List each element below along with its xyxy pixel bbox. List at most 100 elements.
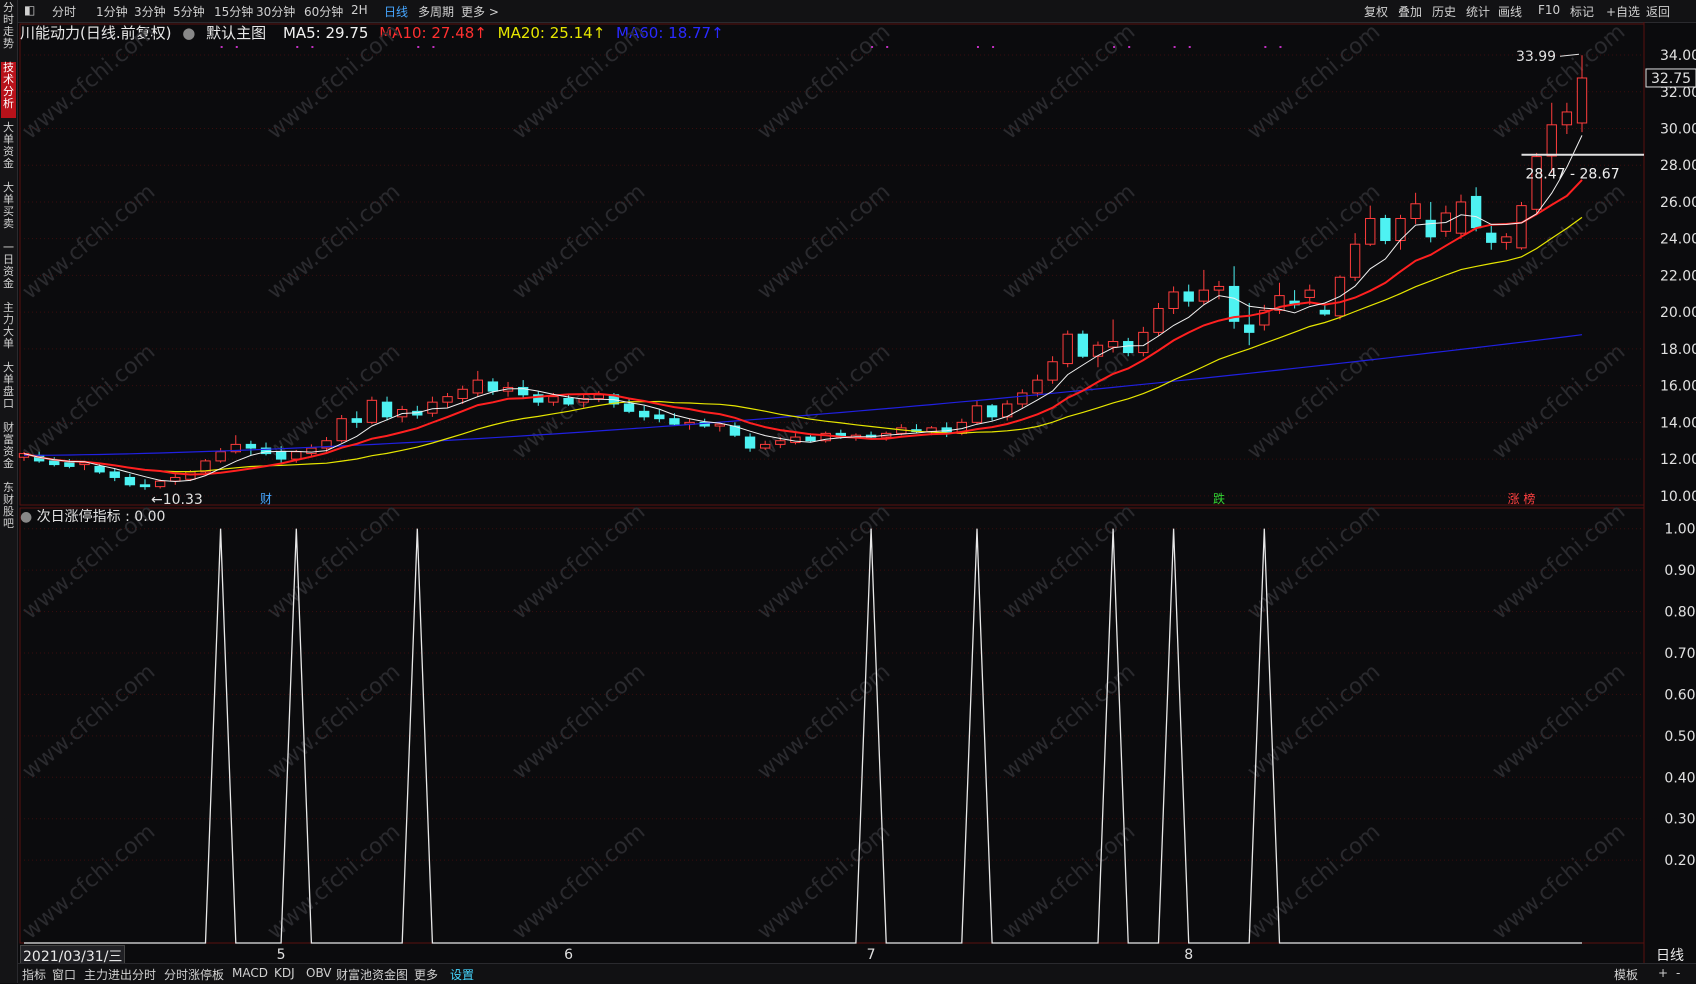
bottom-item-0[interactable]: 指标 [22, 966, 46, 983]
candle-body [49, 460, 60, 466]
bottom-item-8[interactable]: 更多 [414, 966, 438, 983]
bottom-item-5[interactable]: KDJ [274, 966, 295, 980]
bottom-right-item-0[interactable]: 模板 [1614, 966, 1638, 983]
high-price-label: 33.99 [1516, 49, 1556, 65]
y-tick-label: 26.00 [1660, 195, 1696, 211]
signal-dot [432, 46, 435, 48]
candle-body [275, 451, 287, 460]
signal-dot [1173, 46, 1176, 48]
candle-body [321, 440, 332, 449]
bottom-item-3[interactable]: 分时涨停板 [164, 966, 224, 983]
side-tab-6[interactable]: 大单盘口 [1, 362, 16, 418]
signal-dot [235, 46, 238, 48]
side-tab-1[interactable]: 技术分析 [1, 62, 16, 118]
indicator-y-tick-label: 0.70 [1664, 646, 1695, 662]
side-tab-3[interactable]: 大单买卖 [1, 182, 16, 238]
kline-chart[interactable]: www.cfchi.com www.cfchi.com www.cfchi.com w… [0, 0, 1696, 963]
toolbar-item-6[interactable]: 60分钟 [304, 3, 343, 20]
signal-dot [871, 46, 874, 48]
candle-body [623, 403, 635, 412]
toolbar-item-8[interactable]: 日线 [384, 3, 408, 20]
candle-body [94, 465, 105, 473]
bottom-item-6[interactable]: OBV [306, 966, 332, 980]
candle-body [759, 443, 771, 449]
candle-body [185, 471, 196, 480]
toolbar-item-9[interactable]: 多周期 [418, 3, 454, 20]
toolbar-right-item-1[interactable]: 叠加 [1398, 3, 1422, 20]
watermark-text: www.cfchi.com [263, 179, 405, 304]
candle-body [638, 410, 650, 418]
bottom-item-4[interactable]: MACD [232, 966, 268, 980]
toolbar-item-1[interactable]: 1分钟 [96, 3, 128, 20]
side-tab-5[interactable]: 主力大单 [1, 302, 16, 358]
main-chart-label[interactable]: ● 默认主图 [182, 24, 277, 42]
toolbar-item-0[interactable]: 分时 [52, 3, 76, 20]
period-toolbar: 分时 1分钟 3分钟 5分钟 15分钟 30分钟 60分钟 2H 日线 多周期 更多 > 复权 叠加 历史… [18, 0, 1696, 23]
indicator-y-tick-label: 0.50 [1664, 729, 1695, 745]
candle-body [1546, 124, 1557, 157]
toolbar-right-item-2[interactable]: 历史 [1432, 3, 1456, 20]
toolbar-right-item-4[interactable]: 画线 [1498, 3, 1522, 20]
toolbar-right-item-5[interactable]: F10 [1538, 3, 1560, 17]
candle-body [1289, 300, 1300, 306]
bottom-right-item-2[interactable]: - [1676, 966, 1680, 980]
watermark-text: www.cfchi.com [263, 659, 405, 784]
ma5-line [23, 135, 1583, 483]
candle-body [457, 388, 468, 399]
toolbar-right-item-0[interactable]: 复权 [1364, 3, 1388, 20]
toolbar-toggle-icon[interactable]: ◧ [24, 3, 35, 17]
candle-body [563, 397, 574, 405]
bottom-item-1[interactable]: 窗口 [52, 966, 76, 983]
candle-body [911, 429, 922, 433]
side-tab-8[interactable]: 东财股吧 [1, 482, 16, 538]
candle-body [1274, 295, 1285, 311]
indicator-settings-icon[interactable]: ● [20, 509, 32, 525]
candle-body [306, 447, 317, 455]
bottom-item-9[interactable]: 设置 [450, 966, 474, 983]
toolbar-right-item-6[interactable]: 标记 [1570, 3, 1594, 20]
bottom-item-2[interactable]: 主力进出分时 [84, 966, 156, 983]
watermark-text: www.cfchi.com [1488, 499, 1630, 624]
candle-body [1168, 291, 1179, 309]
y-tick-label: 20.00 [1660, 305, 1696, 321]
bottom-item-7[interactable]: 财富池资金图 [336, 966, 408, 983]
stock-title[interactable]: 川能动力(日线.前复权) [20, 24, 171, 42]
candle-body [381, 401, 393, 418]
toolbar-item-3[interactable]: 5分钟 [173, 3, 205, 20]
toolbar-item-4[interactable]: 15分钟 [214, 3, 253, 20]
watermark-text: www.cfchi.com [1488, 819, 1630, 944]
toolbar-right-item-8[interactable]: 返回 [1646, 3, 1670, 20]
candle-body [366, 399, 378, 423]
bottom-right-item-1[interactable]: + [1658, 966, 1668, 980]
toolbar-item-2[interactable]: 3分钟 [134, 3, 166, 20]
watermark-text: www.cfchi.com [753, 19, 895, 144]
indicator-y-tick-label: 1.00 [1664, 522, 1695, 538]
side-tab-4[interactable]: 一日资金 [1, 242, 16, 298]
toolbar-item-5[interactable]: 30分钟 [256, 3, 295, 20]
candle-body [669, 418, 680, 425]
side-tab-7[interactable]: 财富资金 [1, 422, 16, 478]
candle-body [654, 414, 665, 420]
candle-body [1183, 291, 1194, 302]
settings-icon[interactable]: ● [182, 24, 195, 42]
side-tab-2[interactable]: 大单资金 [1, 122, 16, 178]
candle-body [517, 386, 529, 396]
candle-body [1576, 77, 1588, 124]
candle-body [1047, 361, 1058, 381]
candle-body [820, 432, 831, 442]
candle-body [33, 454, 45, 462]
toolbar-item-7[interactable]: 2H [351, 3, 368, 17]
marker-die: 跌 [1213, 491, 1225, 506]
candle-body [487, 381, 499, 392]
toolbar-item-10[interactable]: 更多 > [461, 3, 499, 20]
toolbar-right-item-7[interactable]: +自选 [1606, 3, 1640, 20]
candle-body [1198, 289, 1210, 302]
watermark-text: www.cfchi.com [263, 499, 405, 624]
watermark-text: www.cfchi.com [998, 499, 1140, 624]
watermark-text: www.cfchi.com [753, 659, 895, 784]
candle-body [502, 386, 514, 392]
y-tick-label: 24.00 [1660, 232, 1696, 248]
toolbar-right-item-3[interactable]: 统计 [1466, 3, 1490, 20]
side-tab-0[interactable]: 分时走势 [1, 2, 16, 58]
candle-body [699, 421, 710, 427]
